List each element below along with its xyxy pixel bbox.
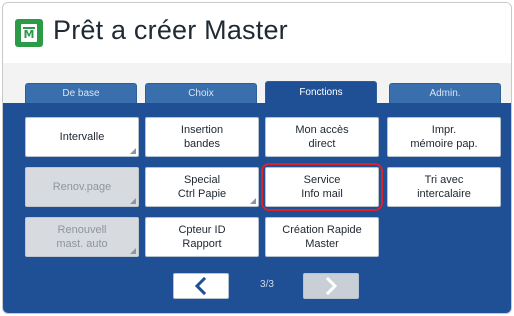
submenu-corner-icon <box>250 198 256 204</box>
insertion-bandes-button[interactable]: Insertion bandes <box>145 117 259 157</box>
tab-choix[interactable]: Choix <box>145 83 257 103</box>
tri-avec-intercalaire-label: Tri avec intercalaire <box>417 174 471 200</box>
pager: 3/3 <box>3 273 511 303</box>
impr-memoire-label: Impr. mémoire pap. <box>410 124 478 150</box>
insertion-bandes-label: Insertion bandes <box>180 124 224 150</box>
tab-admin[interactable]: Admin. <box>389 83 501 103</box>
impr-memoire-button[interactable]: Impr. mémoire pap. <box>387 117 501 157</box>
tab-de-base[interactable]: De base <box>25 83 137 103</box>
renouvell-mast-auto-label: Renouvell mast. auto <box>56 224 108 250</box>
tri-avec-intercalaire-button[interactable]: Tri avec intercalaire <box>387 167 501 207</box>
creation-rapide-master-button[interactable]: Création Rapide Master <box>265 217 379 257</box>
chevron-left-icon <box>194 277 207 295</box>
renouvell-mast-auto-button[interactable]: Renouvell mast. auto <box>25 217 139 257</box>
page-indicator: 3/3 <box>260 279 274 290</box>
mon-acces-direct-label: Mon accès direct <box>295 124 349 150</box>
header: M Prêt a créer Master <box>3 3 511 63</box>
renov-page-button[interactable]: Renov.page <box>25 167 139 207</box>
service-info-mail-label: Service Info mail <box>301 174 343 200</box>
cpteur-id-rapport-button[interactable]: Cpteur ID Rapport <box>145 217 259 257</box>
prev-page-button[interactable] <box>173 273 229 299</box>
next-page-button[interactable] <box>303 273 359 299</box>
tab-fonctions[interactable]: Fonctions <box>265 81 377 103</box>
service-info-mail-button[interactable]: Service Info mail <box>265 167 379 207</box>
special-ctrl-papie-button[interactable]: Special Ctrl Papie <box>145 167 259 207</box>
tab-bar: De base Choix Fonctions Admin. <box>3 81 511 103</box>
chevron-right-icon <box>325 277 338 295</box>
submenu-corner-icon <box>130 198 136 204</box>
intervalle-label: Intervalle <box>59 131 105 143</box>
special-ctrl-papie-label: Special Ctrl Papie <box>177 174 227 200</box>
submenu-corner-icon <box>130 148 136 154</box>
creation-rapide-master-label: Création Rapide Master <box>282 224 362 250</box>
screen-frame: M Prêt a créer Master De base Choix Fonc… <box>2 2 512 314</box>
mon-acces-direct-button[interactable]: Mon accès direct <box>265 117 379 157</box>
master-status-icon: M <box>15 19 43 47</box>
page-title: Prêt a créer Master <box>53 15 288 45</box>
intervalle-button[interactable]: Intervalle <box>25 117 139 157</box>
cpteur-id-rapport-label: Cpteur ID Rapport <box>178 224 226 250</box>
submenu-corner-icon <box>130 248 136 254</box>
renov-page-label: Renov.page <box>52 181 112 193</box>
